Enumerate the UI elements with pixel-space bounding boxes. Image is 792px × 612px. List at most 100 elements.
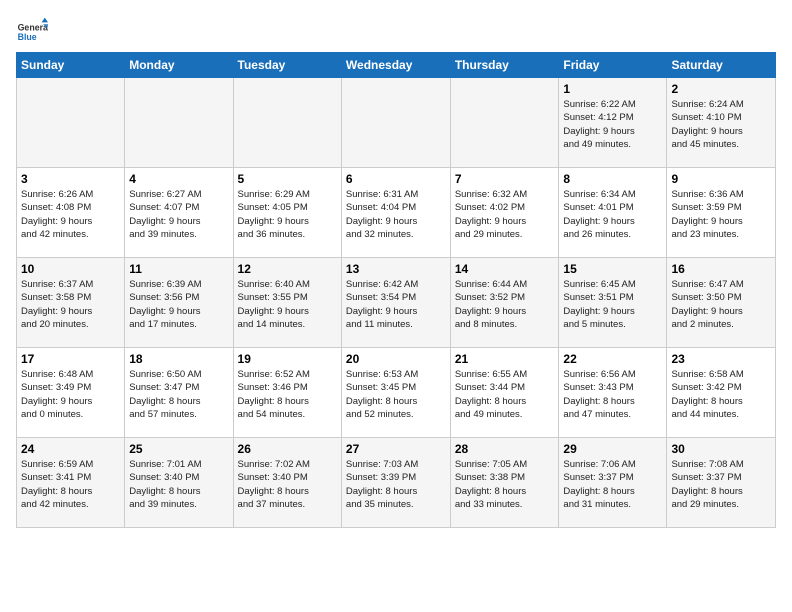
calendar-cell: 18 Sunrise: 6:50 AMSunset: 3:47 PMDayligh… bbox=[125, 348, 233, 438]
calendar-cell: 16 Sunrise: 6:47 AMSunset: 3:50 PMDayligh… bbox=[667, 258, 776, 348]
day-info: Sunrise: 6:22 AMSunset: 4:12 PMDaylight:… bbox=[563, 98, 662, 151]
day-info: Sunrise: 6:59 AMSunset: 3:41 PMDaylight:… bbox=[21, 458, 120, 511]
day-info: Sunrise: 6:58 AMSunset: 3:42 PMDaylight:… bbox=[671, 368, 771, 421]
day-number: 5 bbox=[238, 172, 337, 186]
day-number: 6 bbox=[346, 172, 446, 186]
day-number: 14 bbox=[455, 262, 555, 276]
day-number: 9 bbox=[671, 172, 771, 186]
day-number: 29 bbox=[563, 442, 662, 456]
day-info: Sunrise: 7:03 AMSunset: 3:39 PMDaylight:… bbox=[346, 458, 446, 511]
calendar-cell: 14 Sunrise: 6:44 AMSunset: 3:52 PMDayligh… bbox=[450, 258, 559, 348]
day-info: Sunrise: 6:52 AMSunset: 3:46 PMDaylight:… bbox=[238, 368, 337, 421]
day-info: Sunrise: 6:47 AMSunset: 3:50 PMDaylight:… bbox=[671, 278, 771, 331]
day-number: 8 bbox=[563, 172, 662, 186]
day-info: Sunrise: 7:05 AMSunset: 3:38 PMDaylight:… bbox=[455, 458, 555, 511]
calendar-cell: 11 Sunrise: 6:39 AMSunset: 3:56 PMDayligh… bbox=[125, 258, 233, 348]
day-info: Sunrise: 6:56 AMSunset: 3:43 PMDaylight:… bbox=[563, 368, 662, 421]
calendar-cell: 2 Sunrise: 6:24 AMSunset: 4:10 PMDaylight… bbox=[667, 78, 776, 168]
calendar-cell: 9 Sunrise: 6:36 AMSunset: 3:59 PMDaylight… bbox=[667, 168, 776, 258]
day-info: Sunrise: 6:27 AMSunset: 4:07 PMDaylight:… bbox=[129, 188, 228, 241]
day-number: 30 bbox=[671, 442, 771, 456]
calendar-cell: 5 Sunrise: 6:29 AMSunset: 4:05 PMDaylight… bbox=[233, 168, 341, 258]
calendar-cell: 7Sunrise: 6:32 AMSunset: 4:02 PMDaylight… bbox=[450, 168, 559, 258]
day-info: Sunrise: 6:53 AMSunset: 3:45 PMDaylight:… bbox=[346, 368, 446, 421]
calendar-cell: 17 Sunrise: 6:48 AMSunset: 3:49 PMDayligh… bbox=[17, 348, 125, 438]
day-number: 28 bbox=[455, 442, 555, 456]
day-info: Sunrise: 6:26 AMSunset: 4:08 PMDaylight:… bbox=[21, 188, 120, 241]
svg-text:General: General bbox=[18, 22, 48, 32]
calendar-cell: 15 Sunrise: 6:45 AMSunset: 3:51 PMDayligh… bbox=[559, 258, 667, 348]
calendar-cell: 23 Sunrise: 6:58 AMSunset: 3:42 PMDayligh… bbox=[667, 348, 776, 438]
day-info: Sunrise: 6:44 AMSunset: 3:52 PMDaylight:… bbox=[455, 278, 555, 331]
calendar-week-4: 17 Sunrise: 6:48 AMSunset: 3:49 PMDayligh… bbox=[17, 348, 776, 438]
calendar-cell: 6 Sunrise: 6:31 AMSunset: 4:04 PMDaylight… bbox=[341, 168, 450, 258]
weekday-header-thursday: Thursday bbox=[450, 53, 559, 78]
day-number: 15 bbox=[563, 262, 662, 276]
calendar-cell: 29 Sunrise: 7:06 AMSunset: 3:37 PMDayligh… bbox=[559, 438, 667, 528]
day-info: Sunrise: 6:55 AMSunset: 3:44 PMDaylight:… bbox=[455, 368, 555, 421]
calendar-cell: 1Sunrise: 6:22 AMSunset: 4:12 PMDaylight… bbox=[559, 78, 667, 168]
day-number: 10 bbox=[21, 262, 120, 276]
day-number: 4 bbox=[129, 172, 228, 186]
day-info: Sunrise: 6:40 AMSunset: 3:55 PMDaylight:… bbox=[238, 278, 337, 331]
calendar-cell: 24 Sunrise: 6:59 AMSunset: 3:41 PMDayligh… bbox=[17, 438, 125, 528]
calendar-cell: 4 Sunrise: 6:27 AMSunset: 4:07 PMDaylight… bbox=[125, 168, 233, 258]
calendar-cell: 3 Sunrise: 6:26 AMSunset: 4:08 PMDaylight… bbox=[17, 168, 125, 258]
calendar-cell: 25Sunrise: 7:01 AMSunset: 3:40 PMDayligh… bbox=[125, 438, 233, 528]
day-number: 21 bbox=[455, 352, 555, 366]
calendar-cell bbox=[341, 78, 450, 168]
day-number: 19 bbox=[238, 352, 337, 366]
calendar-week-2: 3 Sunrise: 6:26 AMSunset: 4:08 PMDaylight… bbox=[17, 168, 776, 258]
day-info: Sunrise: 7:02 AMSunset: 3:40 PMDaylight:… bbox=[238, 458, 337, 511]
day-info: Sunrise: 6:29 AMSunset: 4:05 PMDaylight:… bbox=[238, 188, 337, 241]
calendar-cell: 26 Sunrise: 7:02 AMSunset: 3:40 PMDayligh… bbox=[233, 438, 341, 528]
day-info: Sunrise: 7:08 AMSunset: 3:37 PMDaylight:… bbox=[671, 458, 771, 511]
calendar-cell: 27 Sunrise: 7:03 AMSunset: 3:39 PMDayligh… bbox=[341, 438, 450, 528]
calendar-cell: 20 Sunrise: 6:53 AMSunset: 3:45 PMDayligh… bbox=[341, 348, 450, 438]
calendar-cell bbox=[450, 78, 559, 168]
calendar-cell: 30 Sunrise: 7:08 AMSunset: 3:37 PMDayligh… bbox=[667, 438, 776, 528]
calendar-week-1: 1Sunrise: 6:22 AMSunset: 4:12 PMDaylight… bbox=[17, 78, 776, 168]
day-number: 23 bbox=[671, 352, 771, 366]
calendar-cell: 13Sunrise: 6:42 AMSunset: 3:54 PMDayligh… bbox=[341, 258, 450, 348]
day-info: Sunrise: 6:50 AMSunset: 3:47 PMDaylight:… bbox=[129, 368, 228, 421]
logo-icon: General Blue bbox=[16, 16, 48, 48]
day-info: Sunrise: 7:06 AMSunset: 3:37 PMDaylight:… bbox=[563, 458, 662, 511]
logo: General Blue bbox=[16, 16, 48, 48]
day-info: Sunrise: 6:36 AMSunset: 3:59 PMDaylight:… bbox=[671, 188, 771, 241]
day-info: Sunrise: 6:24 AMSunset: 4:10 PMDaylight:… bbox=[671, 98, 771, 151]
weekday-header-saturday: Saturday bbox=[667, 53, 776, 78]
day-number: 11 bbox=[129, 262, 228, 276]
weekday-header-monday: Monday bbox=[125, 53, 233, 78]
day-info: Sunrise: 7:01 AMSunset: 3:40 PMDaylight:… bbox=[129, 458, 228, 511]
svg-text:Blue: Blue bbox=[18, 32, 37, 42]
day-info: Sunrise: 6:31 AMSunset: 4:04 PMDaylight:… bbox=[346, 188, 446, 241]
day-info: Sunrise: 6:34 AMSunset: 4:01 PMDaylight:… bbox=[563, 188, 662, 241]
day-number: 20 bbox=[346, 352, 446, 366]
day-number: 24 bbox=[21, 442, 120, 456]
day-number: 18 bbox=[129, 352, 228, 366]
day-number: 2 bbox=[671, 82, 771, 96]
day-info: Sunrise: 6:39 AMSunset: 3:56 PMDaylight:… bbox=[129, 278, 228, 331]
calendar-cell: 12 Sunrise: 6:40 AMSunset: 3:55 PMDayligh… bbox=[233, 258, 341, 348]
calendar-cell: 19 Sunrise: 6:52 AMSunset: 3:46 PMDayligh… bbox=[233, 348, 341, 438]
calendar-cell: 28 Sunrise: 7:05 AMSunset: 3:38 PMDayligh… bbox=[450, 438, 559, 528]
day-number: 3 bbox=[21, 172, 120, 186]
weekday-header-friday: Friday bbox=[559, 53, 667, 78]
day-number: 12 bbox=[238, 262, 337, 276]
calendar-cell bbox=[17, 78, 125, 168]
calendar-week-3: 10Sunrise: 6:37 AMSunset: 3:58 PMDayligh… bbox=[17, 258, 776, 348]
day-info: Sunrise: 6:45 AMSunset: 3:51 PMDaylight:… bbox=[563, 278, 662, 331]
day-number: 17 bbox=[21, 352, 120, 366]
calendar-cell: 22Sunrise: 6:56 AMSunset: 3:43 PMDayligh… bbox=[559, 348, 667, 438]
day-info: Sunrise: 6:32 AMSunset: 4:02 PMDaylight:… bbox=[455, 188, 555, 241]
day-number: 27 bbox=[346, 442, 446, 456]
weekday-header-sunday: Sunday bbox=[17, 53, 125, 78]
weekday-header-wednesday: Wednesday bbox=[341, 53, 450, 78]
day-info: Sunrise: 6:48 AMSunset: 3:49 PMDaylight:… bbox=[21, 368, 120, 421]
calendar-week-5: 24 Sunrise: 6:59 AMSunset: 3:41 PMDayligh… bbox=[17, 438, 776, 528]
page-header: General Blue bbox=[16, 16, 776, 48]
calendar-cell bbox=[125, 78, 233, 168]
day-number: 26 bbox=[238, 442, 337, 456]
day-number: 16 bbox=[671, 262, 771, 276]
